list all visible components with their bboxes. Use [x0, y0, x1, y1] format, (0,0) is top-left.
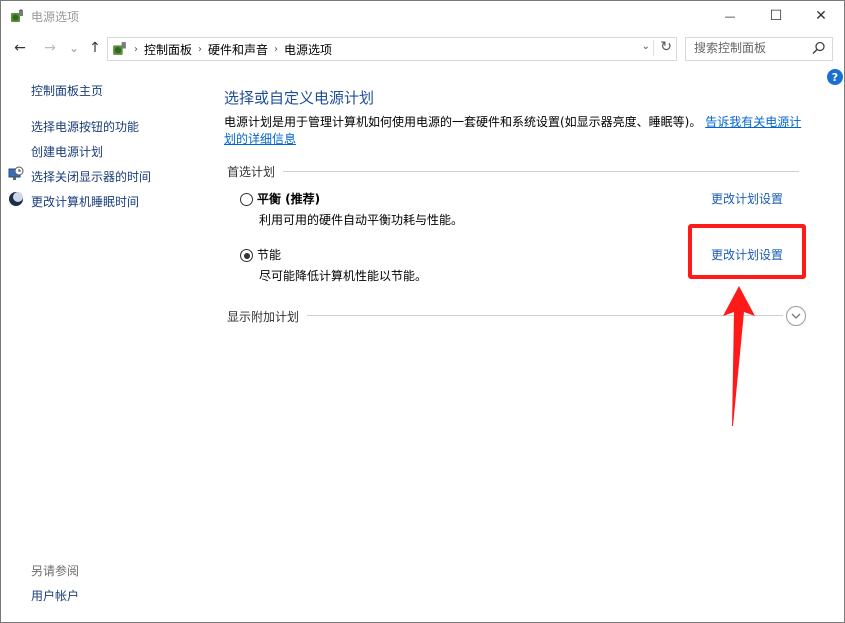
address-dropdown-icon[interactable]: ⌄ — [642, 41, 650, 52]
recent-locations-button[interactable]: ⌄ — [64, 38, 84, 58]
title-bar: 电源选项 — ☐ ✕ — [1, 1, 844, 31]
breadcrumb-separator: › — [198, 44, 203, 55]
search-icon[interactable] — [812, 41, 826, 55]
forward-button[interactable]: → — [40, 38, 60, 58]
back-arrow-icon: ← — [14, 40, 26, 56]
help-icon[interactable]: ? — [827, 69, 843, 85]
sidebar-item-home[interactable]: 控制面板主页 — [31, 82, 103, 99]
plan-name-balanced[interactable]: 平衡 (推荐) — [257, 190, 320, 207]
window-title: 电源选项 — [31, 10, 80, 24]
forward-arrow-icon: → — [44, 40, 56, 56]
show-additional-plans-label[interactable]: 显示附加计划 — [227, 308, 299, 325]
up-arrow-icon: ↑ — [89, 40, 101, 56]
maximize-button[interactable]: ☐ — [753, 1, 799, 31]
control-panel-icon — [113, 42, 126, 55]
expand-additional-plans-button[interactable] — [786, 306, 806, 326]
page-description: 电源计划是用于管理计算机如何使用电源的一套硬件和系统设置(如显示器亮度、睡眠等)… — [224, 114, 804, 148]
change-plan-settings-balanced[interactable]: 更改计划设置 — [711, 190, 783, 207]
sidebar-item-sleep-time[interactable]: 更改计算机睡眠时间 — [31, 193, 139, 210]
up-button[interactable]: ↑ — [85, 38, 105, 58]
back-button[interactable]: ← — [10, 38, 30, 58]
breadcrumb-power-options[interactable]: 电源选项 — [284, 41, 332, 58]
breadcrumb: › 控制面板 › 硬件和声音 › 电源选项 — [134, 41, 332, 58]
breadcrumb-separator: › — [274, 44, 279, 55]
plan-name-power-saver[interactable]: 节能 — [257, 246, 281, 263]
annotation-highlight-box — [688, 224, 806, 279]
chevron-down-icon: ⌄ — [68, 41, 80, 55]
close-button[interactable]: ✕ — [798, 1, 844, 31]
maximize-icon: ☐ — [769, 8, 783, 24]
sidebar-item-create-plan[interactable]: 创建电源计划 — [31, 143, 103, 160]
address-row: ← → ⌄ ↑ › 控制面板 › 硬件和声音 › 电源选项 ⌄ ↻ 搜索控制面板 — [1, 35, 844, 61]
breadcrumb-hardware-sound[interactable]: 硬件和声音 — [208, 41, 268, 58]
address-bar[interactable]: › 控制面板 › 硬件和声音 › 电源选项 ⌄ ↻ — [107, 37, 677, 61]
power-options-window: 电源选项 — ☐ ✕ ← → ⌄ ↑ › 控制面板 › 硬件和声音 › 电源选项… — [0, 0, 845, 623]
description-text: 电源计划是用于管理计算机如何使用电源的一套硬件和系统设置(如显示器亮度、睡眠等)… — [224, 115, 702, 129]
radio-power-saver-plan[interactable] — [240, 249, 253, 262]
plan-description-power-saver: 尽可能降低计算机性能以节能。 — [259, 269, 428, 283]
sleep-moon-icon — [9, 192, 23, 206]
annotation-arrow-icon — [723, 286, 755, 426]
breadcrumb-control-panel[interactable]: 控制面板 — [144, 41, 192, 58]
additional-plans-divider — [307, 315, 783, 316]
radio-balanced-plan[interactable] — [240, 193, 253, 206]
plan-description-balanced: 利用可用的硬件自动平衡功耗与性能。 — [259, 213, 464, 227]
minimize-button[interactable]: — — [707, 1, 753, 31]
refresh-icon[interactable]: ↻ — [660, 39, 672, 55]
sidebar-item-power-buttons[interactable]: 选择电源按钮的功能 — [31, 118, 139, 135]
page-title: 选择或自定义电源计划 — [224, 89, 375, 107]
display-clock-icon — [8, 166, 24, 180]
close-icon: ✕ — [815, 8, 827, 24]
minimize-icon: — — [724, 9, 736, 23]
sidebar-item-user-accounts[interactable]: 用户帐户 — [31, 587, 79, 604]
breadcrumb-separator: › — [134, 44, 138, 55]
search-box[interactable] — [685, 37, 833, 61]
preferred-plans-label: 首选计划 — [227, 165, 276, 179]
power-options-icon — [11, 9, 23, 22]
address-divider — [653, 40, 654, 56]
see-also-label: 另请参阅 — [31, 564, 80, 578]
search-input[interactable] — [694, 41, 804, 55]
sidebar-item-display-off-time[interactable]: 选择关闭显示器的时间 — [31, 168, 151, 185]
chevron-down-icon — [791, 313, 801, 319]
preferred-plans-divider — [283, 171, 799, 172]
